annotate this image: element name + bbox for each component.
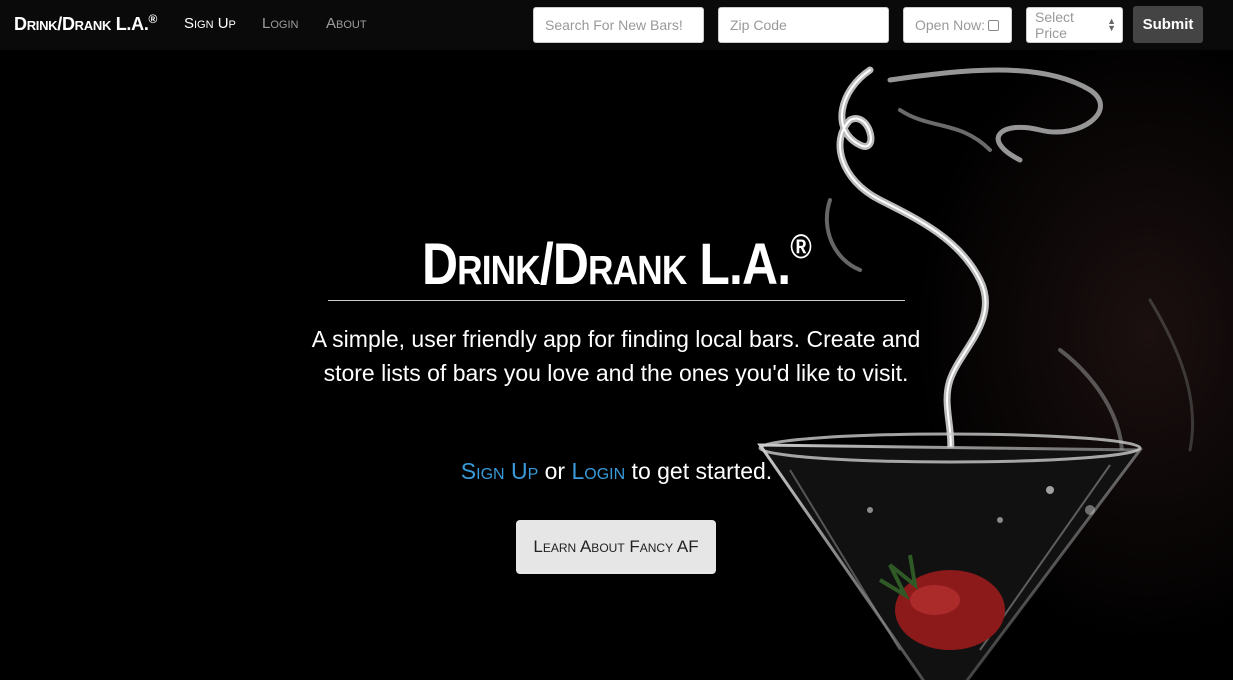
hero-title-registered-mark: ®	[790, 228, 812, 266]
hero-title: Drink/Drank L.A.®	[86, 228, 1146, 298]
price-select-value: Select Price	[1035, 9, 1074, 41]
nav-login-link[interactable]: Login	[262, 15, 298, 32]
cta-rest-text: to get started.	[625, 458, 773, 484]
brand-text: Drink/Drank L.A.	[14, 14, 149, 34]
title-divider	[328, 300, 905, 301]
open-now-label: Open Now:	[915, 17, 986, 33]
submit-button[interactable]: Submit	[1133, 6, 1203, 43]
top-navbar: Drink/Drank L.A.® Sign Up Login About Op…	[0, 0, 1233, 50]
nav-signup-link[interactable]: Sign Up	[184, 15, 236, 32]
learn-about-button[interactable]: Learn About Fancy AF	[516, 520, 716, 574]
zip-code-input[interactable]	[718, 7, 889, 43]
hero-cta-line: Sign Up or Login to get started.	[0, 458, 1233, 485]
brand-registered-mark: ®	[148, 12, 158, 26]
open-now-checkbox[interactable]	[988, 19, 1000, 31]
cta-login-link[interactable]: Login	[571, 458, 625, 484]
hero-section: Drink/Drank L.A.® A simple, user friendl…	[0, 50, 1233, 680]
updown-arrows-icon: ▲ ▼	[1107, 16, 1116, 33]
cta-signup-link[interactable]: Sign Up	[461, 458, 538, 484]
cta-or-text: or	[538, 458, 572, 484]
bar-search-input[interactable]	[533, 7, 704, 43]
nav-about-link[interactable]: About	[326, 15, 367, 32]
price-select[interactable]: Select Price ▲ ▼	[1026, 7, 1123, 43]
open-now-field: Open Now:	[903, 7, 1012, 43]
hero-title-text: Drink/Drank L.A.	[421, 232, 791, 297]
brand-logo[interactable]: Drink/Drank L.A.®	[14, 12, 157, 35]
hero-tagline: A simple, user friendly app for finding …	[311, 326, 921, 386]
